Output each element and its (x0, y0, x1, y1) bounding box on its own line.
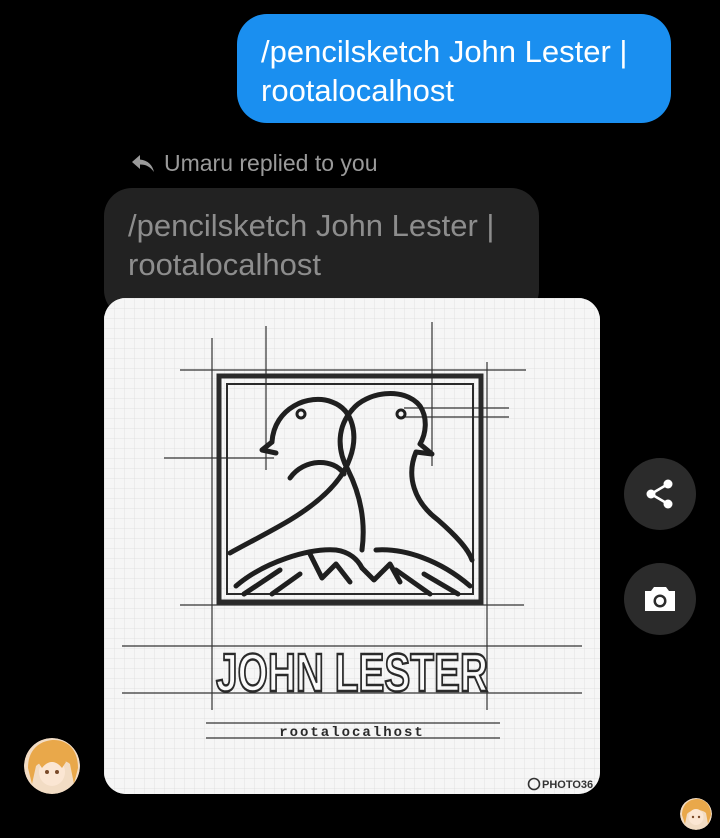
reply-arrow-icon (132, 155, 154, 172)
pencil-sketch-image[interactable]: JOHN LESTER rootalocalhost PHOTO36 (104, 298, 600, 794)
reply-header: Umaru replied to you (130, 146, 378, 180)
share-button[interactable] (624, 458, 696, 530)
sketch-tagline-text: rootalocalhost (279, 725, 425, 741)
quoted-message-text: /pencilsketch John Lester | rootalocalho… (128, 208, 495, 282)
camera-button[interactable] (624, 563, 696, 635)
own-avatar[interactable] (680, 798, 712, 830)
sketch-name-text: JOHN LESTER (216, 643, 488, 703)
sent-message-text: /pencilsketch John Lester | rootalocalho… (261, 34, 628, 108)
sender-avatar[interactable] (24, 738, 80, 794)
sent-message-bubble[interactable]: /pencilsketch John Lester | rootalocalho… (237, 14, 671, 123)
reply-header-text: Umaru replied to you (164, 149, 378, 176)
watermark-text: PHOTO36 (542, 779, 593, 791)
share-icon (646, 479, 673, 509)
sketch-artwork: JOHN LESTER rootalocalhost PHOTO36 (104, 298, 600, 794)
camera-icon (645, 587, 675, 611)
